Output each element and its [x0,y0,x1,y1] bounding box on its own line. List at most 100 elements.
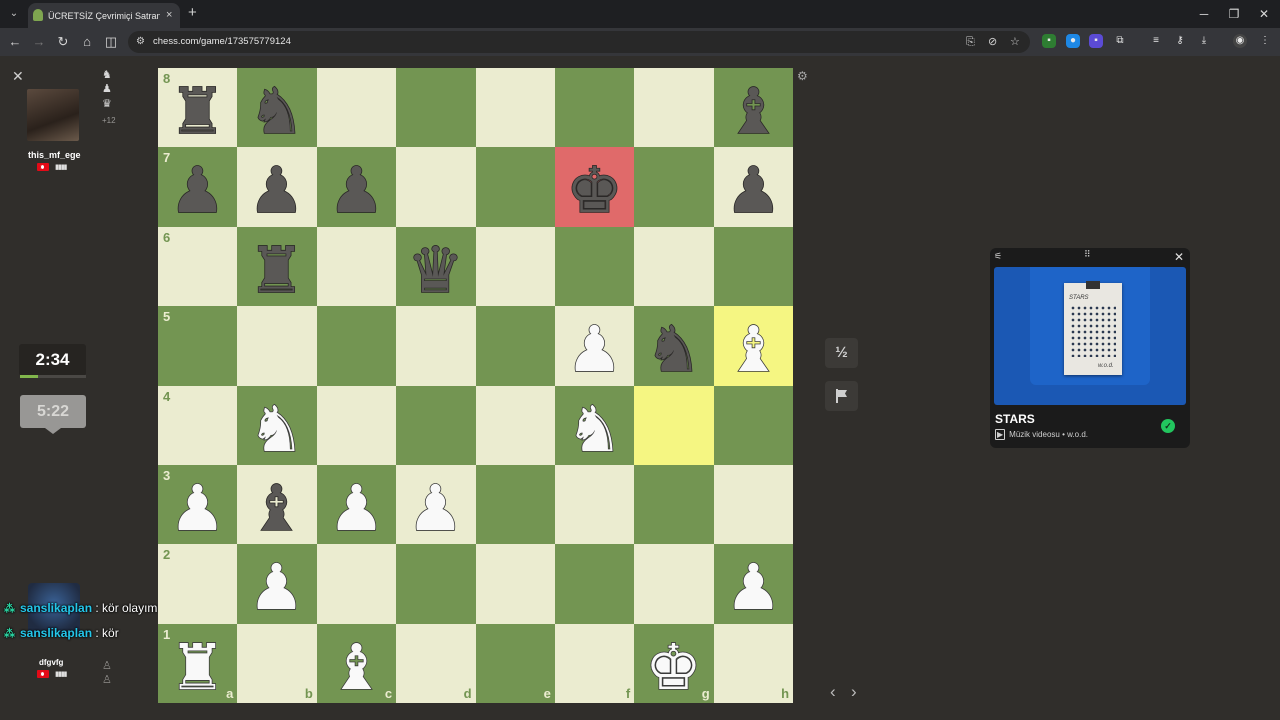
square-f3[interactable] [554,464,635,545]
white-pawn-icon[interactable]: ♟ [396,465,475,544]
bottom-player-name[interactable]: dfgvfg [39,658,63,667]
download-icon[interactable]: ⤓ [1197,34,1211,48]
minimize-button[interactable]: ─ [1196,6,1212,22]
square-e1[interactable]: e [475,623,555,704]
square-f1[interactable]: f [554,623,635,704]
square-h3[interactable] [713,464,794,545]
square-e3[interactable] [475,464,555,545]
square-h6[interactable] [713,226,794,307]
white-pawn-icon[interactable]: ♟ [158,465,237,544]
white-pawn-icon[interactable]: ♟ [237,544,316,624]
square-b1[interactable]: b [237,623,317,704]
square-c7[interactable]: ♟ [316,147,397,227]
black-knight-icon[interactable]: ♞ [634,306,713,386]
square-f6[interactable] [554,226,635,307]
sliders-icon[interactable]: ⚟ [994,251,1002,262]
chess-board[interactable]: 8 ♜ ♞ ♝ 7 ♟ ♟ ♟ ♚ ♟ 6 ♜ ♛ 5 ♟ ♞ ♝ 4 ♞ ♞ 3 ♟ ♝ ♟ ♟ 2 ♟ ♟ 1 a ♜ b c ♝ d e f g ♚ h [158,68,794,704]
black-rook-icon[interactable]: ♜ [237,227,316,306]
square-e5[interactable] [475,306,555,386]
profile-avatar-icon[interactable]: ◉ [1233,34,1247,48]
more-menu-icon[interactable]: ⋮ [1258,34,1272,48]
square-f5[interactable]: ♟ [554,306,635,386]
square-d7[interactable] [396,147,476,227]
square-b8[interactable]: ♞ [237,68,317,148]
square-b2[interactable]: ♟ [237,544,317,624]
square-a2[interactable]: 2 [158,544,238,624]
square-f8[interactable] [554,68,635,148]
white-pawn-icon[interactable]: ♟ [714,544,793,624]
extension-icon[interactable]: ▪ [1089,34,1103,48]
install-app-icon[interactable]: ⎘ [966,35,975,49]
square-b3[interactable]: ♝ [237,464,317,545]
black-knight-icon[interactable]: ♞ [237,68,316,147]
browser-tab[interactable]: ÜCRETSİZ Çevrimiçi Satranç Oy × [28,3,180,28]
square-e8[interactable] [475,68,555,148]
back-icon[interactable]: ← [7,34,23,50]
square-b7[interactable]: ♟ [237,147,317,227]
square-c3[interactable]: ♟ [316,464,397,545]
square-h4[interactable] [713,385,794,465]
square-c6[interactable] [316,226,397,307]
black-queen-icon[interactable]: ♛ [396,227,475,306]
home-icon[interactable]: ⌂ [79,34,95,50]
top-player-avatar[interactable] [27,89,79,141]
window-close-button[interactable]: ✕ [1256,6,1272,22]
new-tab-button[interactable]: + [188,5,197,21]
square-h8[interactable]: ♝ [713,68,794,148]
square-d1[interactable]: d [396,623,476,704]
square-d6[interactable]: ♛ [396,226,476,307]
black-pawn-icon[interactable]: ♟ [317,147,396,227]
white-pawn-icon[interactable]: ♟ [555,306,634,386]
close-icon[interactable]: ✕ [12,68,24,85]
bookmark-star-icon[interactable]: ☆ [1010,35,1020,49]
reload-icon[interactable]: ↻ [55,34,71,50]
white-rook-icon[interactable]: ♜ [158,624,237,703]
square-a3[interactable]: 3 ♟ [158,464,238,545]
resign-flag-icon[interactable] [825,381,858,411]
square-b6[interactable]: ♜ [237,226,317,307]
square-c8[interactable] [316,68,397,148]
next-move-button[interactable]: › [851,682,857,702]
square-b4[interactable]: ♞ [237,385,317,465]
white-pawn-icon[interactable]: ♟ [317,465,396,544]
white-knight-icon[interactable]: ♞ [555,386,634,465]
square-g2[interactable] [634,544,714,624]
board-settings-icon[interactable]: ⚙ [797,69,808,83]
square-f4[interactable]: ♞ [554,385,635,465]
square-g7[interactable] [634,147,714,227]
black-bishop-icon[interactable]: ♝ [237,465,316,544]
black-rook-icon[interactable]: ♜ [158,68,237,147]
square-h1[interactable]: h [713,623,794,704]
square-d3[interactable]: ♟ [396,464,476,545]
eye-off-icon[interactable]: ⊘ [988,35,997,49]
black-king-icon[interactable]: ♚ [555,147,634,227]
square-h5[interactable]: ♝ [713,306,794,386]
square-a8[interactable]: 8 ♜ [158,68,238,148]
extension-icon[interactable]: ● [1066,34,1080,48]
square-a4[interactable]: 4 [158,385,238,465]
square-c5[interactable] [316,306,397,386]
square-e6[interactable] [475,226,555,307]
address-bar[interactable]: ⚙ chess.com/game/173575779124 ⎘ ⊘ ☆ [128,31,1030,53]
password-icon[interactable]: ⚷ [1173,34,1187,48]
media-icon[interactable]: ≡ [1149,34,1163,48]
square-b5[interactable] [237,306,317,386]
drag-handle-icon[interactable]: ⠿ [1084,249,1091,260]
top-player-name[interactable]: this_mf_ege [28,150,81,160]
split-view-icon[interactable]: ◫ [103,34,119,50]
square-e2[interactable] [475,544,555,624]
square-d8[interactable] [396,68,476,148]
square-c4[interactable] [316,385,397,465]
black-bishop-icon[interactable]: ♝ [714,68,793,147]
square-g6[interactable] [634,226,714,307]
square-d5[interactable] [396,306,476,386]
square-f7[interactable]: ♚ [554,147,635,227]
square-d4[interactable] [396,385,476,465]
extension-icon[interactable]: ▪ [1042,34,1056,48]
square-c1[interactable]: c ♝ [316,623,397,704]
square-g4[interactable] [634,385,714,465]
white-knight-icon[interactable]: ♞ [237,386,316,465]
forward-icon[interactable]: → [31,34,47,50]
square-a7[interactable]: 7 ♟ [158,147,238,227]
mini-player-title[interactable]: STARS [995,412,1035,426]
